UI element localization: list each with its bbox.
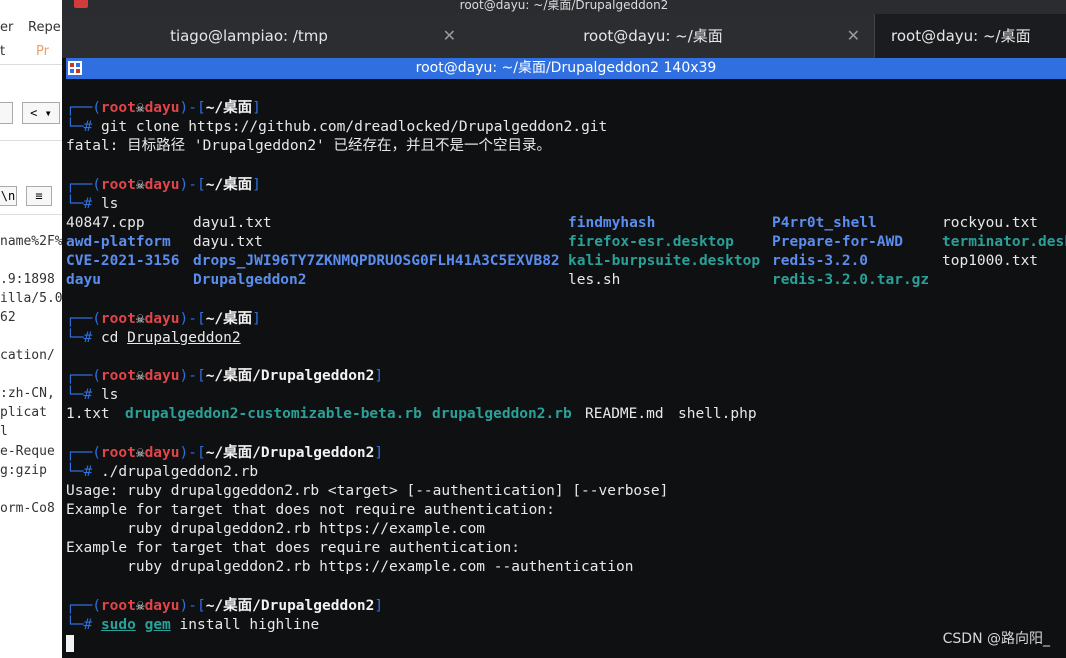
background-app-window: er Repe t Pr < ▾ \n ≡ name%2F% .9:1898 i…: [0, 0, 63, 658]
skull-icon: ☠: [135, 177, 145, 193]
request-line: e-Reque: [0, 444, 55, 459]
dir-entry: redis-3.2.0: [772, 253, 869, 269]
request-line: name%2F%: [0, 234, 63, 249]
terminator-icon: [68, 61, 82, 75]
dir-entry: Prepare-for-AWD: [772, 234, 903, 250]
request-line: g:gzip: [0, 463, 47, 478]
close-icon[interactable]: ✕: [847, 14, 860, 58]
output-line: Example for target that does not require…: [66, 502, 555, 518]
request-line: :zh-CN,: [0, 386, 55, 401]
command-line: └─# ls: [66, 387, 119, 403]
output-line: ruby drupalgeddon2.rb https://example.co…: [66, 559, 634, 575]
command-line: └─# cd Drupalgeddon2: [66, 330, 241, 346]
tab-root-dayu-desktop[interactable]: root@dayu: ~/桌面 ✕: [466, 14, 870, 58]
window-titlebar[interactable]: root@dayu: ~/桌面/Drupalgeddon2: [62, 0, 1066, 14]
dir-entry: findmyhash: [568, 215, 656, 231]
prompt-line: ┌──(root☠dayu)-[~/桌面]: [66, 100, 261, 116]
request-line: cation/: [0, 348, 55, 363]
back-arrow-icon: <: [30, 106, 38, 120]
tab-label: tiago@lampiao: /tmp: [170, 27, 328, 45]
output-line: ruby drupalgeddon2.rb https://example.co…: [66, 521, 486, 537]
prompt-line: ┌──(root☠dayu)-[~/桌面/Drupalgeddon2]: [66, 445, 384, 461]
exec-entry: kali-burpsuite.desktop: [568, 253, 761, 269]
submenu-item-partial[interactable]: t: [0, 44, 5, 59]
watermark: CSDN @路向阳_: [942, 631, 1050, 647]
command-line: └─# sudo gem install highline: [66, 617, 320, 633]
file-entry: rockyou.txt: [942, 215, 1039, 231]
output-line: Usage: ruby drupalggeddon2.rb <target> […: [66, 483, 669, 499]
newline-toggle-button[interactable]: \n: [0, 186, 17, 206]
command-line: └─# ls: [66, 196, 119, 212]
request-line: illa/5.0: [0, 291, 63, 306]
dir-entry: drops_JWI96TY7ZKNMQPDRUOSG0FLH41A3C5EXVB…: [193, 253, 560, 269]
file-entry: les.sh: [568, 272, 621, 288]
file-entry: 40847.cpp: [66, 215, 145, 231]
tab-bar: tiago@lampiao: /tmp ✕ root@dayu: ~/桌面 ✕ …: [62, 14, 1066, 58]
request-line: 62: [0, 310, 16, 325]
nav-back-button[interactable]: < ▾: [22, 102, 60, 124]
menu-icon[interactable]: ≡: [26, 186, 52, 206]
exec-entry: drupalgeddon2.rb: [432, 406, 572, 422]
text-field-partial[interactable]: [0, 102, 13, 124]
exec-entry: firefox-esr.desktop: [568, 234, 734, 250]
dir-entry: P4rr0t_shell: [772, 215, 877, 231]
prompt-line: ┌──(root☠dayu)-[~/桌面]: [66, 311, 261, 327]
terminator-titlebar[interactable]: root@dayu: ~/桌面/Drupalgeddon2 140x39: [66, 58, 1066, 79]
output-line: fatal: 目标路径 'Drupalgeddon2' 已经存在，并且不是一个空…: [66, 138, 552, 154]
menu-item-repeater[interactable]: Repe: [28, 20, 61, 35]
file-entry: 1.txt: [66, 406, 110, 422]
exec-entry: drupalgeddon2-customizable-beta.rb: [125, 406, 422, 422]
skull-icon: ☠: [135, 368, 145, 384]
text-cursor: [66, 635, 74, 652]
tab-label: root@dayu: ~/桌面: [583, 27, 723, 45]
archive-entry: redis-3.2.0.tar.gz: [772, 272, 930, 288]
request-line: .9:1898: [0, 272, 55, 287]
dir-entry: Drupalgeddon2: [193, 272, 307, 288]
window-title: root@dayu: ~/桌面/Drupalgeddon2: [459, 0, 669, 12]
skull-icon: ☠: [135, 445, 145, 461]
output-line: Example for target that does require aut…: [66, 540, 520, 556]
menu-item-partial[interactable]: er: [0, 20, 13, 35]
tab-tiago-lampiao[interactable]: tiago@lampiao: /tmp ✕: [62, 14, 466, 58]
chevron-down-icon: ▾: [44, 106, 52, 120]
terminal-window: root@dayu: ~/桌面/Drupalgeddon2 tiago@lamp…: [62, 0, 1066, 658]
command-line: └─# git clone https://github.com/dreadlo…: [66, 119, 608, 135]
file-entry: dayu.txt: [193, 234, 263, 250]
exec-entry: terminator.desk: [942, 234, 1066, 250]
file-entry: shell.php: [678, 406, 757, 422]
close-icon[interactable]: ✕: [443, 14, 456, 58]
dir-entry: awd-platform: [66, 234, 171, 250]
skull-icon: ☠: [135, 311, 145, 327]
request-line: l: [0, 424, 8, 439]
command-line: └─# ./drupalgeddon2.rb: [66, 464, 259, 480]
skull-icon: ☠: [135, 100, 145, 116]
prompt-line: ┌──(root☠dayu)-[~/桌面/Drupalgeddon2]: [66, 598, 384, 614]
skull-icon: ☠: [135, 598, 145, 614]
terminal-output[interactable]: ┌──(root☠dayu)-[~/桌面] └─# git clone http…: [66, 79, 1066, 658]
tab-root-dayu-active[interactable]: root@dayu: ~/桌面: [874, 14, 1066, 58]
request-line: orm-Co8: [0, 501, 55, 516]
input-line[interactable]: [66, 635, 74, 654]
request-line: plicat: [0, 405, 47, 420]
prompt-line: ┌──(root☠dayu)-[~/桌面]: [66, 177, 261, 193]
tab-label: root@dayu: ~/桌面: [891, 27, 1031, 45]
terminator-title: root@dayu: ~/桌面/Drupalgeddon2 140x39: [415, 60, 717, 76]
dir-entry: CVE-2021-3156: [66, 253, 180, 269]
file-entry: dayu1.txt: [193, 215, 272, 231]
submenu-item-pr[interactable]: Pr: [36, 44, 49, 59]
app-logo-icon: [74, 0, 88, 8]
prompt-line: ┌──(root☠dayu)-[~/桌面/Drupalgeddon2]: [66, 368, 384, 384]
file-entry: README.md: [585, 406, 664, 422]
file-entry: top1000.txt: [942, 253, 1039, 269]
dir-entry: dayu: [66, 272, 101, 288]
